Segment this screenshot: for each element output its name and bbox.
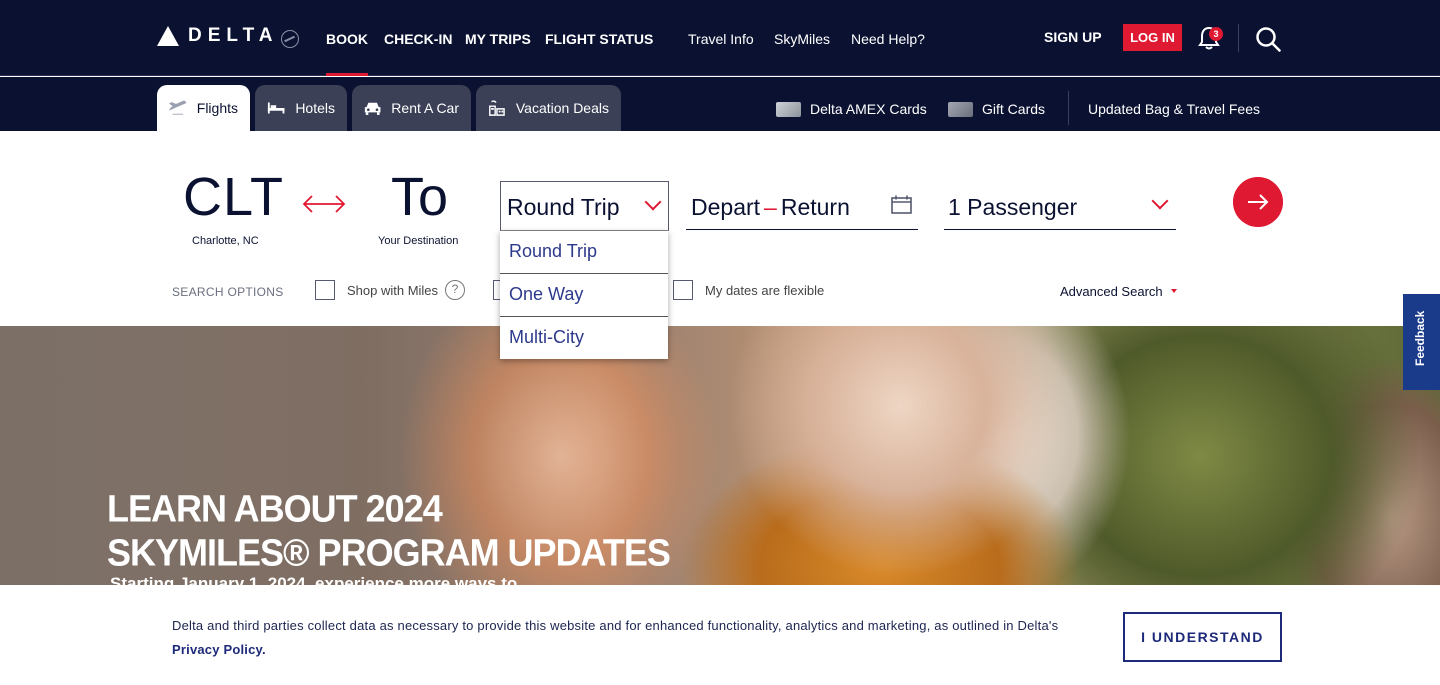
hero-banner[interactable]: LEARN ABOUT 2024 SKYMILES® PROGRAM UPDAT… (0, 326, 1440, 585)
return-label: Return (780, 194, 850, 220)
origin-airport-code[interactable]: CLT (183, 166, 284, 228)
trip-option-one-way[interactable]: One Way (500, 274, 668, 317)
feedback-tab[interactable]: Feedback (1403, 294, 1440, 390)
log-in-button[interactable]: LOG IN (1123, 24, 1182, 51)
destination-airport-code[interactable]: To (391, 166, 448, 228)
hero-title-line1: LEARN ABOUT 2024 (107, 486, 443, 530)
nav-flight-status[interactable]: FLIGHT STATUS (545, 31, 653, 47)
trip-option-multi-city[interactable]: Multi-City (500, 317, 668, 360)
bag-fees-link[interactable]: Updated Bag & Travel Fees (1088, 101, 1260, 117)
i-understand-button[interactable]: I UNDERSTAND (1123, 612, 1282, 662)
passenger-count: 1 Passenger (948, 194, 1078, 220)
tab-label: Rent A Car (391, 100, 459, 116)
hero-title-line2: SKYMILES® PROGRAM UPDATES (107, 530, 671, 574)
brand-name: DELTA (188, 25, 279, 46)
advanced-search-link[interactable]: Advanced Search (1060, 284, 1163, 299)
trip-option-round-trip[interactable]: Round Trip (500, 231, 668, 274)
delta-amex-cards-link[interactable]: Delta AMEX Cards (776, 101, 927, 117)
resort-icon (489, 100, 505, 116)
nav-skymiles[interactable]: SkyMiles (774, 31, 830, 47)
date-separator: – (764, 194, 777, 220)
tab-hotels[interactable]: Hotels (255, 85, 347, 131)
search-options-label: SEARCH OPTIONS (172, 285, 284, 299)
gift-cards-link[interactable]: Gift Cards (948, 101, 1045, 117)
destination-city: Your Destination (378, 235, 459, 247)
booking-tabs-bar: Flights Hotels Rent A Car Vacation Deals… (0, 77, 1440, 131)
depart-label: Depart (691, 194, 761, 220)
plane-icon (169, 100, 187, 115)
tab-vacation-deals[interactable]: Vacation Deals (476, 85, 621, 131)
trip-type-select[interactable]: Round Trip (500, 181, 669, 231)
delta-widget-icon (157, 26, 179, 46)
delta-logo[interactable]: DELTA (157, 24, 299, 48)
passenger-select[interactable]: 1 Passenger (944, 181, 1176, 230)
travel-dates-field[interactable]: Depart – Return (686, 181, 918, 230)
cookie-text: Delta and third parties collect data as … (172, 618, 1059, 633)
amex-label: Delta AMEX Cards (810, 101, 927, 117)
top-nav: DELTA BOOK CHECK-IN MY TRIPS FLIGHT STAT… (0, 0, 1440, 76)
sign-up-link[interactable]: SIGN UP (1044, 29, 1102, 45)
cookie-message: Delta and third parties collect data as … (172, 614, 1072, 662)
chevron-down-icon (644, 193, 662, 211)
shop-with-miles-label: Shop with Miles (347, 283, 439, 298)
tab-label: Vacation Deals (515, 100, 609, 116)
nav-book[interactable]: BOOK (326, 31, 368, 76)
subnav-divider (1068, 91, 1069, 125)
tab-rent-a-car[interactable]: Rent A Car (352, 85, 471, 131)
gift-label: Gift Cards (982, 101, 1046, 117)
flexible-dates-label: My dates are flexible (705, 283, 825, 298)
nav-my-trips[interactable]: MY TRIPS (465, 31, 531, 47)
nav-travel-info[interactable]: Travel Info (688, 31, 754, 47)
help-icon[interactable]: ? (445, 280, 465, 300)
tab-label: Hotels (295, 100, 335, 116)
nav-divider (1238, 24, 1239, 52)
flexible-dates-checkbox[interactable] (673, 280, 693, 300)
swap-arrows-icon[interactable] (302, 193, 346, 215)
skyteam-icon (280, 30, 299, 48)
feedback-label: Feedback (1413, 310, 1427, 366)
gift-card-icon (948, 101, 973, 117)
cookie-banner: Delta and third parties collect data as … (0, 585, 1440, 685)
nav-need-help[interactable]: Need Help? (851, 31, 925, 47)
search-icon[interactable] (1255, 26, 1281, 52)
shop-with-miles-checkbox[interactable] (315, 280, 335, 300)
chevron-down-icon (1151, 192, 1169, 210)
bed-icon (267, 102, 285, 114)
caret-down-icon (1171, 289, 1177, 293)
tab-label: Flights (196, 100, 238, 116)
trip-type-value: Round Trip (507, 194, 620, 220)
search-flights-button[interactable] (1233, 177, 1283, 227)
notification-badge: 3 (1209, 27, 1223, 41)
car-icon (364, 102, 381, 115)
origin-city: Charlotte, NC (192, 235, 259, 247)
calendar-icon[interactable] (891, 195, 912, 214)
privacy-policy-link[interactable]: Privacy Policy. (172, 642, 266, 657)
nav-check-in[interactable]: CHECK-IN (384, 31, 452, 47)
hero-subtitle: Starting January 1, 2024, experience mor… (110, 574, 518, 585)
trip-type-dropdown: Round Trip One Way Multi-City (500, 231, 668, 359)
credit-card-icon (776, 101, 801, 117)
tab-flights[interactable]: Flights (157, 85, 250, 131)
